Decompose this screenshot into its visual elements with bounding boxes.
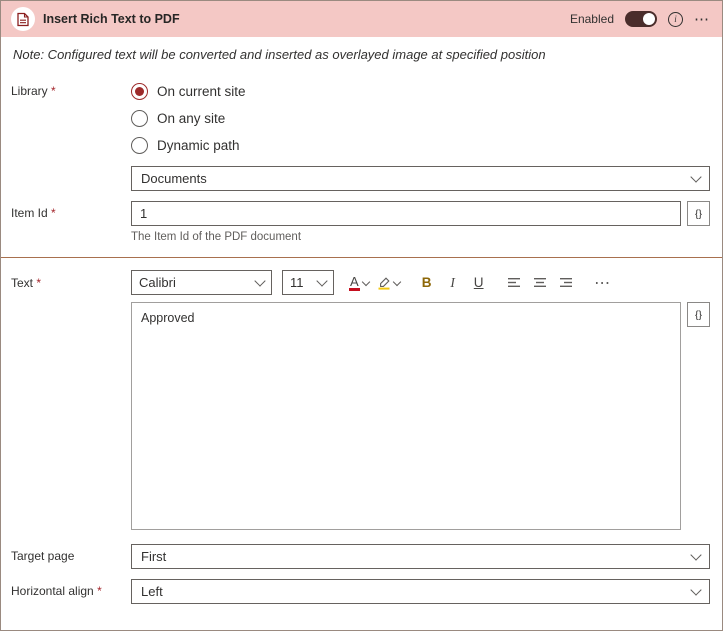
enabled-label: Enabled (570, 12, 614, 26)
horizontal-align-field: Horizontal align * Left (11, 579, 710, 604)
required-marker: * (97, 584, 102, 598)
item-id-label-text: Item Id (11, 206, 48, 220)
chevron-down-icon (690, 171, 701, 182)
item-id-label: Item Id * (11, 201, 131, 243)
target-page-dropdown[interactable]: First (131, 544, 710, 569)
align-center-button[interactable] (529, 270, 553, 295)
text-field: Text * Calibri 11 A (11, 270, 710, 530)
highlight-color-button[interactable] (374, 270, 403, 295)
info-icon[interactable]: i (668, 12, 683, 27)
align-center-icon (534, 277, 547, 288)
font-family-value: Calibri (139, 275, 176, 290)
enabled-toggle[interactable] (625, 11, 657, 27)
font-size-dropdown[interactable]: 11 (282, 270, 334, 295)
library-dropdown-value: Documents (141, 171, 207, 186)
section-divider (1, 257, 722, 258)
text-label: Text * (11, 270, 131, 530)
radio-icon (131, 137, 148, 154)
horizontal-align-dropdown[interactable]: Left (131, 579, 710, 604)
font-size-value: 11 (290, 275, 304, 290)
radio-icon (131, 110, 148, 127)
required-marker: * (51, 84, 56, 98)
chevron-down-icon (316, 275, 327, 286)
bold-button[interactable]: B (415, 270, 439, 295)
target-page-label: Target page (11, 544, 131, 569)
radio-selected-icon (131, 83, 148, 100)
rich-text-toolbar: Calibri 11 A (131, 270, 710, 295)
chevron-down-icon (254, 275, 265, 286)
pdf-action-icon (11, 7, 35, 31)
font-color-button[interactable]: A (346, 270, 372, 295)
chevron-down-icon (690, 549, 701, 560)
italic-button[interactable]: I (441, 270, 465, 295)
target-page-value: First (141, 549, 166, 564)
library-field: Library * On current site On any site Dy… (11, 78, 710, 191)
horizontal-align-value: Left (141, 584, 163, 599)
action-body: Note: Configured text will be converted … (1, 47, 722, 631)
item-id-helper-text: The Item Id of the PDF document (131, 231, 710, 243)
chevron-down-icon (690, 584, 701, 595)
action-title: Insert Rich Text to PDF (43, 12, 562, 26)
required-marker: * (51, 206, 56, 220)
library-label: Library * (11, 78, 131, 191)
item-id-input[interactable] (131, 201, 681, 226)
align-right-icon (560, 277, 573, 288)
action-card: Insert Rich Text to PDF Enabled i ⋯ Note… (0, 0, 723, 631)
rich-text-editor[interactable]: Approved (131, 302, 681, 530)
align-left-button[interactable] (503, 270, 527, 295)
item-id-field: Item Id * {} The Item Id of the PDF docu… (11, 201, 710, 243)
target-page-label-text: Target page (11, 549, 74, 563)
radio-label: On current site (157, 84, 246, 99)
chevron-down-icon (361, 277, 369, 285)
action-header[interactable]: Insert Rich Text to PDF Enabled i ⋯ (1, 1, 722, 37)
font-color-icon: A (349, 275, 360, 291)
required-marker: * (36, 276, 41, 290)
font-family-dropdown[interactable]: Calibri (131, 270, 272, 295)
underline-button[interactable]: U (467, 270, 491, 295)
toolbar-more-button[interactable]: ⋯ (591, 270, 615, 295)
toggle-knob (643, 13, 655, 25)
library-label-text: Library (11, 84, 48, 98)
expression-button[interactable]: {} (687, 201, 710, 226)
highlighter-icon (377, 276, 391, 290)
radio-on-current-site[interactable]: On current site (131, 78, 710, 105)
radio-dynamic-path[interactable]: Dynamic path (131, 132, 710, 159)
chevron-down-icon (392, 277, 400, 285)
radio-label: Dynamic path (157, 138, 240, 153)
expression-button[interactable]: {} (687, 302, 710, 327)
text-label-text: Text (11, 276, 33, 290)
radio-label: On any site (157, 111, 225, 126)
radio-on-any-site[interactable]: On any site (131, 105, 710, 132)
align-right-button[interactable] (555, 270, 579, 295)
target-page-field: Target page First (11, 544, 710, 569)
horizontal-align-label-text: Horizontal align (11, 584, 94, 598)
align-left-icon (508, 277, 521, 288)
horizontal-align-label: Horizontal align * (11, 579, 131, 604)
more-menu-icon[interactable]: ⋯ (694, 12, 710, 27)
note-text: Note: Configured text will be converted … (13, 47, 708, 62)
header-controls: Enabled i ⋯ (570, 11, 710, 27)
library-dropdown[interactable]: Documents (131, 166, 710, 191)
